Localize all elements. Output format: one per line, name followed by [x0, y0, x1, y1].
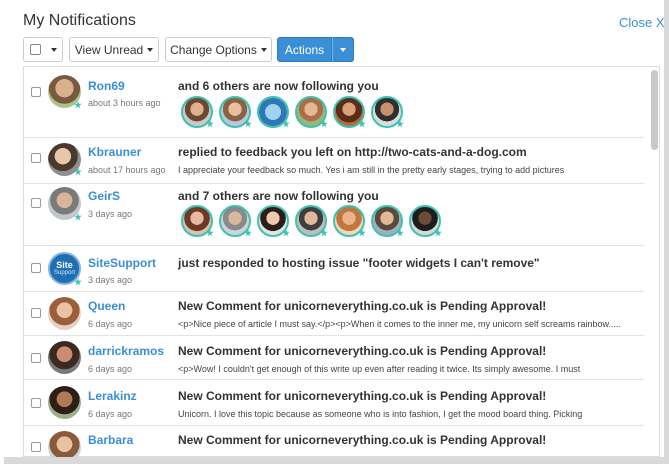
list-item[interactable]: Lerakinz 6 days ago New Comment for unic…: [24, 380, 644, 426]
follower-avatar[interactable]: [295, 96, 328, 128]
follower-avatars: [181, 96, 404, 128]
row-checkbox[interactable]: [31, 263, 41, 273]
row-checkbox[interactable]: [31, 353, 41, 363]
username-link[interactable]: GeirS: [88, 189, 120, 203]
notification-headline: and 6 others are now following you: [178, 79, 379, 93]
row-checkbox[interactable]: [31, 87, 41, 97]
star-badge-icon: [206, 229, 214, 237]
avatar: [48, 386, 81, 419]
username-link[interactable]: SiteSupport: [88, 256, 156, 270]
username-link[interactable]: darrickramos: [88, 344, 164, 358]
list-item[interactable]: Site Support SiteSupport 3 days ago just…: [24, 246, 644, 292]
star-badge-icon: [320, 120, 328, 128]
star-badge-icon: [358, 229, 366, 237]
list-item[interactable]: GeirS 3 days ago and 7 others are now fo…: [24, 184, 644, 246]
avatar: [48, 75, 81, 108]
follower-avatar[interactable]: [333, 96, 366, 128]
row-checkbox[interactable]: [31, 198, 41, 208]
star-badge-icon: [244, 120, 252, 128]
chevron-down-icon: [147, 47, 154, 52]
avatar: [48, 297, 81, 330]
follower-avatar[interactable]: [371, 96, 404, 128]
row-checkbox[interactable]: [31, 442, 41, 452]
star-badge-icon: [320, 229, 328, 237]
username-link[interactable]: Lerakinz: [88, 389, 137, 403]
follower-avatar[interactable]: [295, 205, 328, 237]
star-badge-icon: [396, 120, 404, 128]
list-item[interactable]: Kbrauner about 17 hours ago replied to f…: [24, 138, 644, 184]
star-badge-icon: [358, 120, 366, 128]
change-options-button[interactable]: Change Options: [165, 37, 272, 62]
chevron-down-icon: [50, 47, 57, 52]
timestamp: 3 days ago: [88, 275, 133, 285]
list-item[interactable]: Barbara New Comment for unicorneverythin…: [24, 426, 644, 457]
timestamp: about 3 hours ago: [88, 98, 161, 108]
timestamp: 6 days ago: [88, 364, 133, 374]
row-checkbox[interactable]: [31, 308, 41, 318]
notification-headline: replied to feedback you left on http://t…: [178, 145, 527, 159]
follower-avatar[interactable]: [257, 205, 290, 237]
notification-headline: New Comment for unicorneverything.co.uk …: [178, 389, 547, 403]
chevron-down-icon: [260, 47, 267, 52]
follower-avatar[interactable]: [181, 205, 214, 237]
actions-label: Actions: [284, 42, 325, 57]
timestamp: 6 days ago: [88, 409, 133, 419]
notification-excerpt: <p>Nice piece of article I must say.</p>…: [178, 319, 622, 329]
list-item[interactable]: darrickramos 6 days ago New Comment for …: [24, 336, 644, 380]
avatar: [48, 341, 81, 374]
notification-headline: just responded to hosting issue "footer …: [178, 256, 540, 270]
list-item[interactable]: Ron69 about 3 hours ago and 6 others are…: [24, 70, 644, 138]
notification-excerpt: I appreciate your feedback so much. Yes …: [178, 165, 565, 175]
follower-avatar[interactable]: [257, 96, 290, 128]
logo-text: Site: [56, 259, 73, 270]
follower-avatar[interactable]: [219, 205, 252, 237]
panel-frame: [4, 457, 669, 464]
star-badge-icon: [244, 229, 252, 237]
follower-avatars: [181, 205, 442, 237]
scrollbar[interactable]: [651, 70, 658, 150]
sitesupport-logo: Site Support: [48, 252, 81, 285]
select-all-dropdown[interactable]: [23, 37, 63, 62]
change-options-label: Change Options: [170, 42, 257, 57]
row-checkbox[interactable]: [31, 153, 41, 163]
chevron-down-icon: [340, 47, 346, 52]
star-badge-icon: [206, 120, 214, 128]
avatar: [48, 431, 81, 457]
timestamp: about 17 hours ago: [88, 165, 166, 175]
star-badge-icon: [282, 120, 290, 128]
row-checkbox[interactable]: [31, 398, 41, 408]
actions-dropdown-toggle[interactable]: [332, 37, 354, 62]
notification-headline: New Comment for unicorneverything.co.uk …: [178, 299, 547, 313]
page-title: My Notifications: [23, 12, 136, 29]
close-button[interactable]: Close X: [619, 15, 665, 30]
notification-headline: New Comment for unicorneverything.co.uk …: [178, 433, 547, 447]
notification-excerpt: Unicorn. I love this topic because as so…: [178, 409, 583, 419]
notification-headline: New Comment for unicorneverything.co.uk …: [178, 344, 547, 358]
follower-avatar[interactable]: [181, 96, 214, 128]
follower-avatar[interactable]: [333, 205, 366, 237]
username-link[interactable]: Queen: [88, 299, 125, 313]
star-badge-icon: [282, 229, 290, 237]
view-unread-label: View Unread: [74, 42, 144, 57]
follower-avatar[interactable]: [371, 205, 404, 237]
notification-excerpt: <p>Wow! I couldn't get enough of this wr…: [178, 364, 581, 374]
logo-text: Support: [53, 269, 75, 276]
star-badge-icon: [396, 229, 404, 237]
star-badge-icon: [434, 229, 442, 237]
notification-headline: and 7 others are now following you: [178, 189, 379, 203]
view-unread-button[interactable]: View Unread: [69, 37, 159, 62]
panel-frame: [664, 0, 669, 464]
username-link[interactable]: Barbara: [88, 433, 133, 447]
username-link[interactable]: Ron69: [88, 79, 125, 93]
follower-avatar[interactable]: [409, 205, 442, 237]
timestamp: 3 days ago: [88, 209, 133, 219]
list-item[interactable]: Queen 6 days ago New Comment for unicorn…: [24, 292, 644, 336]
username-link[interactable]: Kbrauner: [88, 145, 141, 159]
avatar: [48, 187, 81, 220]
follower-avatar[interactable]: [219, 96, 252, 128]
checkbox-icon: [29, 44, 41, 55]
actions-button[interactable]: Actions: [277, 37, 332, 62]
timestamp: 6 days ago: [88, 319, 133, 329]
